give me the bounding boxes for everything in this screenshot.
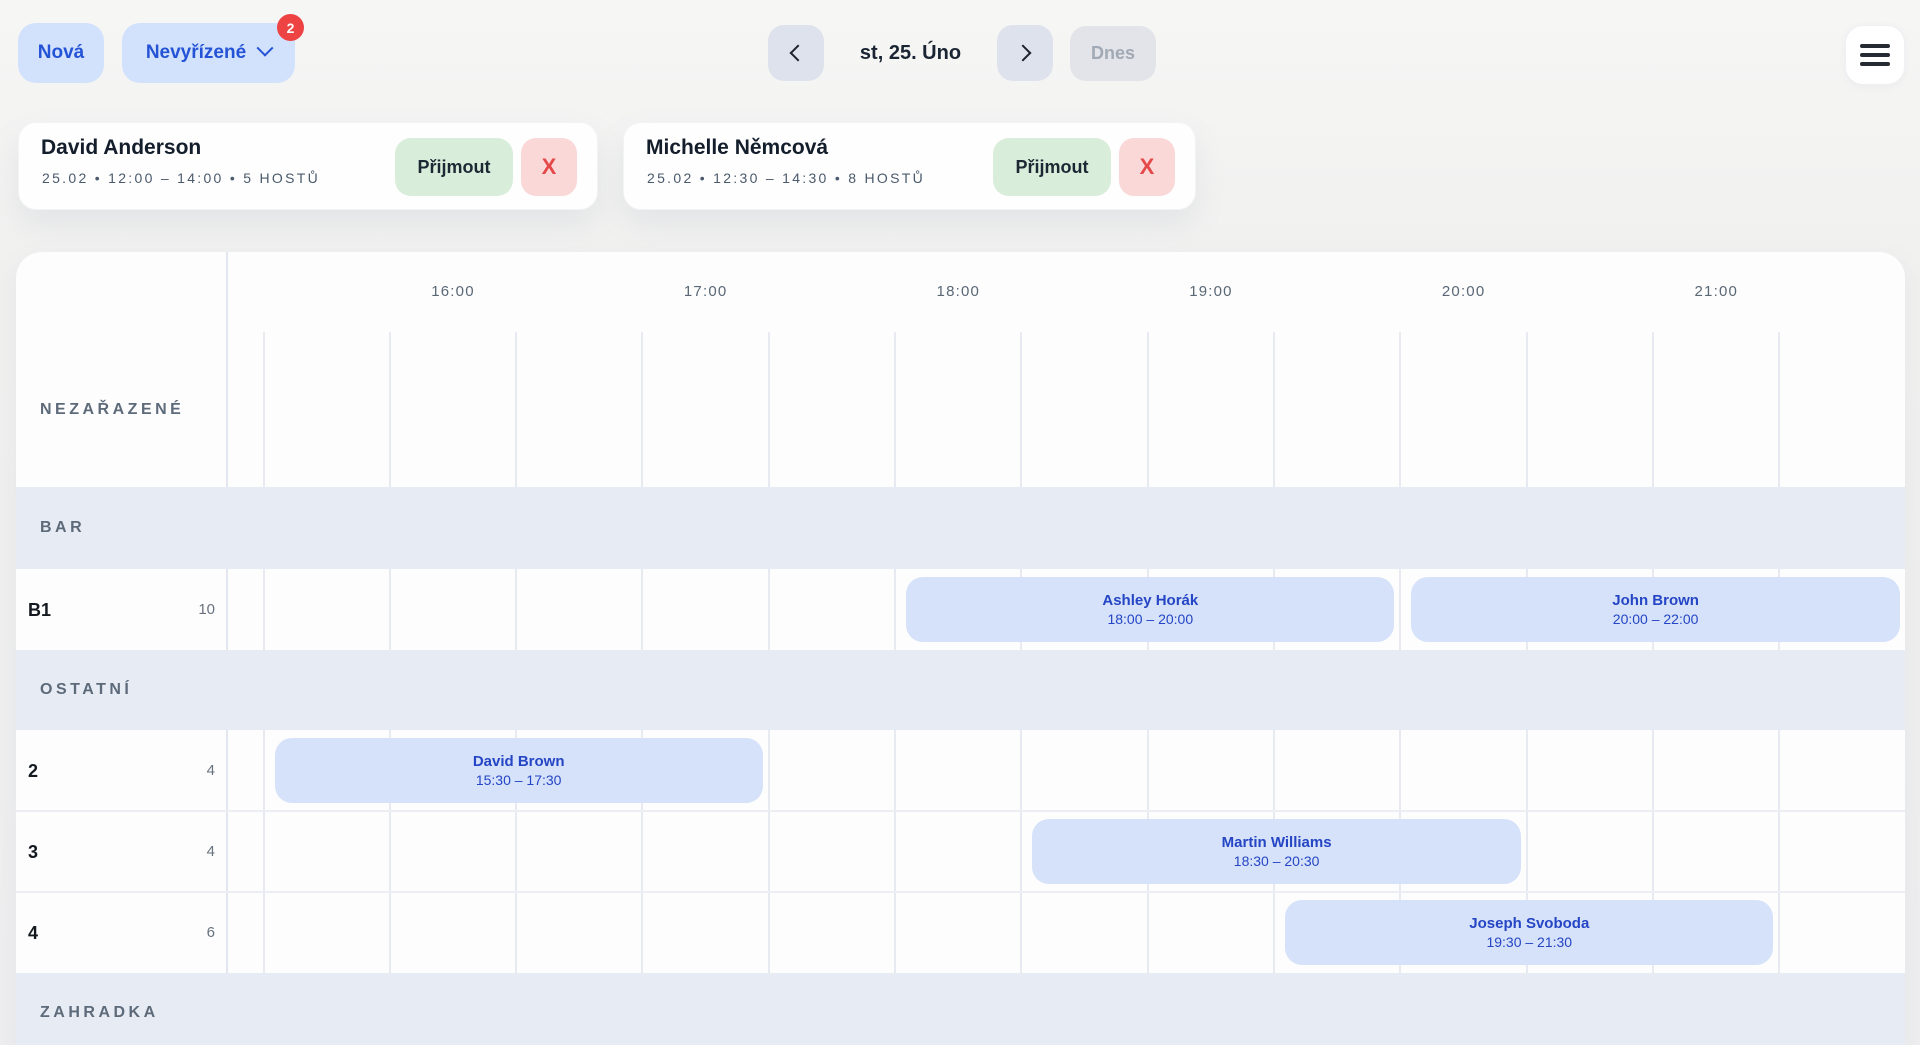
reservation-event[interactable]: David Brown15:30 – 17:30 — [275, 738, 763, 803]
section-header-band — [16, 973, 1905, 1045]
event-time-range: 15:30 – 17:30 — [476, 771, 562, 789]
card-actions: Přijmout X — [993, 138, 1175, 196]
time-label: 18:00 — [895, 277, 1021, 305]
timeline-row[interactable] — [16, 811, 1905, 892]
accept-button[interactable]: Přijmout — [395, 138, 513, 196]
pending-request-card: David Anderson 25.02 • 12:00 – 14:00 • 5… — [18, 122, 598, 210]
event-time-range: 19:30 – 21:30 — [1486, 933, 1572, 951]
reservation-event[interactable]: John Brown20:00 – 22:00 — [1411, 577, 1899, 642]
next-day-button[interactable] — [997, 25, 1053, 81]
event-time-range: 20:00 – 22:00 — [1613, 610, 1699, 628]
event-time-range: 18:00 – 20:00 — [1107, 610, 1193, 628]
row-capacity: 10 — [16, 601, 215, 619]
row-capacity: 4 — [16, 762, 215, 780]
time-label: 17:00 — [642, 277, 768, 305]
row-capacity: 6 — [16, 924, 215, 942]
reservation-event[interactable]: Martin Williams18:30 – 20:30 — [1032, 819, 1520, 884]
accept-button[interactable]: Přijmout — [993, 138, 1111, 196]
time-label: 21:00 — [1653, 277, 1779, 305]
time-label: 16:00 — [390, 277, 516, 305]
guest-name: David Anderson — [41, 136, 201, 160]
pending-request-card: Michelle Němcová 25.02 • 12:30 – 14:30 •… — [623, 122, 1196, 210]
chevron-left-icon — [790, 45, 807, 62]
reservation-details: 25.02 • 12:30 – 14:30 • 8 HOSTŮ — [647, 170, 925, 186]
section-header-band — [16, 650, 1905, 730]
time-label: 19:00 — [1148, 277, 1274, 305]
guest-name: Michelle Němcová — [646, 136, 828, 160]
section-label: NEZAŘAZENÉ — [40, 400, 184, 420]
card-actions: Přijmout X — [395, 138, 577, 196]
prev-day-button[interactable] — [768, 25, 824, 81]
hamburger-icon — [1860, 44, 1890, 48]
section-label: ZAHRADKA — [40, 1003, 159, 1023]
pending-dropdown-button[interactable]: Nevyřízené — [122, 23, 295, 83]
reservation-details: 25.02 • 12:00 – 14:00 • 5 HOSTŮ — [42, 170, 320, 186]
today-button[interactable]: Dnes — [1070, 26, 1156, 81]
reservation-event[interactable]: Ashley Horák18:00 – 20:00 — [906, 577, 1394, 642]
pending-dropdown-label: Nevyřízené — [146, 42, 246, 64]
section-label: BAR — [40, 518, 85, 538]
chevron-right-icon — [1015, 45, 1032, 62]
decline-button[interactable]: X — [1119, 138, 1175, 196]
hamburger-menu-button[interactable] — [1845, 25, 1905, 85]
section-header-band — [16, 487, 1905, 569]
new-reservation-button[interactable]: Nová — [18, 23, 104, 83]
section-lane-unassigned[interactable] — [16, 332, 1905, 487]
pending-count-badge: 2 — [277, 14, 304, 41]
chevron-down-icon — [257, 40, 274, 57]
row-capacity: 4 — [16, 843, 215, 861]
row-divider — [16, 810, 1905, 812]
decline-button[interactable]: X — [521, 138, 577, 196]
event-time-range: 18:30 – 20:30 — [1234, 852, 1320, 870]
event-guest-name: David Brown — [473, 752, 565, 772]
time-label: 20:00 — [1400, 277, 1526, 305]
section-label: OSTATNÍ — [40, 680, 132, 700]
new-reservation-label: Nová — [38, 42, 84, 64]
event-guest-name: John Brown — [1612, 591, 1699, 611]
event-guest-name: Joseph Svoboda — [1469, 914, 1589, 934]
timeline-panel: 16:00 17:00 18:00 19:00 20:00 21:00 NEZAŘAZENÉ… — [16, 252, 1905, 1045]
current-date-label: st, 25. Úno — [824, 25, 997, 81]
event-guest-name: Martin Williams — [1222, 833, 1332, 853]
reservation-event[interactable]: Joseph Svoboda19:30 – 21:30 — [1285, 900, 1773, 965]
event-guest-name: Ashley Horák — [1102, 591, 1198, 611]
row-divider — [16, 891, 1905, 893]
reservation-app: Nová Nevyřízené 2 st, 25. Úno Dnes David… — [0, 0, 1920, 1045]
